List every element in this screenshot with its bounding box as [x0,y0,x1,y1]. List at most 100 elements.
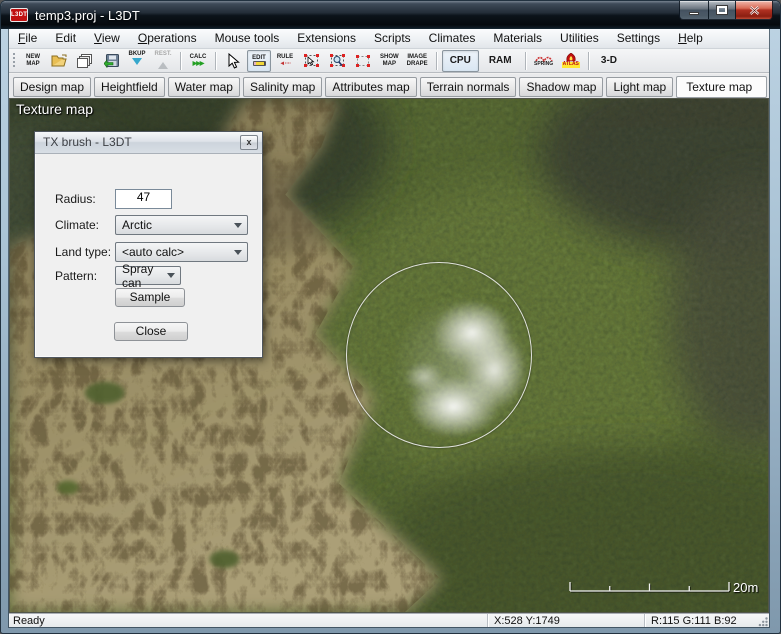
climate-value: Arctic [122,218,152,232]
backup-arrow-icon [132,58,142,70]
open-folder-icon [51,54,68,68]
window-title: temp3.proj - L3DT [35,8,140,23]
menu-view[interactable]: View [85,29,129,48]
radius-input[interactable]: 47 [115,189,172,209]
climate-label: Climate: [55,218,99,232]
save-disk-icon [104,54,119,68]
tab-light-map[interactable]: Light map [606,77,673,97]
resize-grip[interactable] [757,614,769,627]
pattern-value: Spray can [122,262,167,290]
dialog-title-bar[interactable]: TX brush - L3DT x [35,132,262,154]
menu-materials[interactable]: Materials [484,29,551,48]
land-type-value: <auto calc> [122,245,184,259]
maximize-icon [717,6,727,14]
pointer-tool-button[interactable] [221,50,245,72]
tab-salinity-map[interactable]: Salinity map [243,77,322,97]
image-drape-button[interactable]: IMAGE DRAPE [404,50,431,72]
open-project-button[interactable] [47,50,71,72]
toolbar-separator [588,52,589,70]
toolbar-separator [436,52,437,70]
calc-button[interactable]: CALC▶▶▶ [186,50,210,72]
ram-mode-button[interactable]: RAM [481,50,520,72]
atlas-button[interactable]: ATLAS [559,50,583,72]
tab-design-map[interactable]: Design map [13,77,91,97]
menu-mouse-tools[interactable]: Mouse tools [206,29,289,48]
status-cursor-position: X:528 Y:1749 [487,614,644,627]
maximize-button[interactable] [708,1,736,20]
close-button[interactable] [736,1,773,20]
toolbar-separator [215,52,216,70]
chevron-down-icon [167,273,175,282]
show-map-button[interactable]: SHOW MAP [377,50,402,72]
stacked-maps-icon [77,54,93,68]
dialog-close-action-button[interactable]: Close [114,322,188,341]
new-map-button[interactable]: NEW MAP [21,50,45,72]
chevron-down-icon [234,250,242,259]
app-window: L3DT temp3.proj - L3DT File Edit View Op… [0,0,781,634]
dialog-close-button[interactable]: x [240,135,258,150]
minimize-button[interactable] [679,1,708,20]
restore-arrow-icon [158,57,168,69]
tab-terrain-normals[interactable]: Terrain normals [420,77,517,97]
rule-arrow-icon: ◄···· [279,61,290,68]
chevron-down-icon [234,223,242,232]
tab-shadow-map[interactable]: Shadow map [519,77,603,97]
toolbar-grip[interactable] [13,53,15,69]
toolbar-separator [180,52,181,70]
backup-button[interactable]: BKUP [125,50,149,72]
brush-cursor-circle [346,262,532,448]
edit-tool-button[interactable]: EDIT [247,50,271,72]
save-button[interactable] [99,50,123,72]
select-region-button[interactable] [299,50,323,72]
tab-water-map[interactable]: Water map [168,77,240,97]
close-icon [749,6,760,15]
spring-button[interactable]: SPRING [531,50,557,72]
tab-heightfield[interactable]: Heightfield [94,77,165,97]
menu-operations[interactable]: Operations [129,29,206,48]
minimize-icon [689,12,699,15]
save-all-button[interactable] [73,50,97,72]
status-pixel-color: R:115 G:111 B:92 [644,614,757,627]
snow-paint-patch [347,263,531,447]
menu-help[interactable]: Help [669,29,712,48]
toolbar: NEW MAP BKUP REST. CALC▶▶▶ EDIT RULE◄···… [9,49,769,73]
scale-label: 20m [733,580,758,595]
menu-file[interactable]: File [9,29,46,48]
menu-climates[interactable]: Climates [420,29,485,48]
menu-scripts[interactable]: Scripts [365,29,420,48]
pattern-dropdown[interactable]: Spray can [115,266,181,285]
resize-grip-icon [758,616,769,627]
land-type-dropdown[interactable]: <auto calc> [115,242,248,262]
sample-button[interactable]: Sample [115,288,185,307]
climate-dropdown[interactable]: Arctic [115,215,248,235]
cpu-mode-button[interactable]: CPU [442,50,479,72]
tab-attributes-map[interactable]: Attributes map [325,77,416,97]
select-region-icon [303,53,320,68]
marquee-icon [355,54,371,68]
three-d-view-button[interactable]: 3-D [594,50,624,72]
toolbar-separator [525,52,526,70]
app-icon: L3DT [10,8,28,22]
tx-brush-dialog: TX brush - L3DT x Radius: 47 Climate: Ar… [34,131,263,358]
pencil-icon [253,61,266,66]
title-bar[interactable]: L3DT temp3.proj - L3DT [1,1,781,29]
tab-texture-map[interactable]: Texture map [676,76,767,98]
marquee-button[interactable] [351,50,375,72]
land-type-label: Land type: [55,245,111,259]
scale-bar [562,579,734,597]
menu-edit[interactable]: Edit [46,29,85,48]
menu-extensions[interactable]: Extensions [288,29,365,48]
restore-button[interactable]: REST. [151,50,175,72]
zoom-region-button[interactable] [325,50,349,72]
map-overlay-title: Texture map [16,101,93,117]
zoom-region-icon [329,53,346,68]
menu-bar: File Edit View Operations Mouse tools Ex… [9,29,769,49]
map-tab-bar: Design map Heightfield Water map Salinit… [9,74,769,99]
menu-settings[interactable]: Settings [608,29,669,48]
menu-utilities[interactable]: Utilities [551,29,608,48]
radius-label: Radius: [55,192,96,206]
ruler-tool-button[interactable]: RULE◄···· [273,50,297,72]
calc-play-icon: ▶▶▶ [193,61,204,68]
pattern-label: Pattern: [55,269,97,283]
dialog-title: TX brush - L3DT [43,135,132,149]
